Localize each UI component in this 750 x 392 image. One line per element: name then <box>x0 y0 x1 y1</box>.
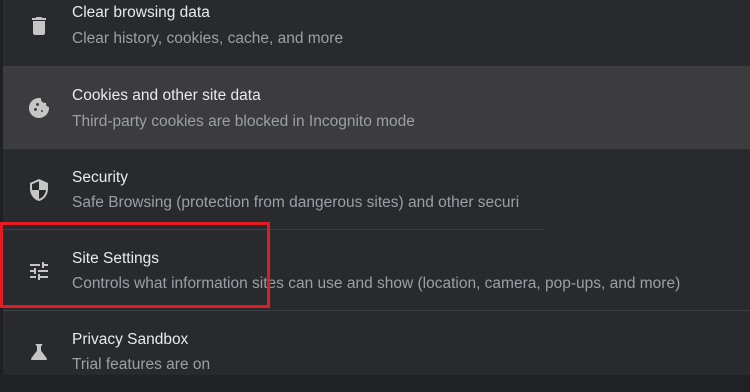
trash-icon <box>26 13 52 39</box>
privacy-sandbox-subtitle: Trial features are on <box>72 356 211 373</box>
cookies-site-data-subtitle: Third-party cookies are blocked in Incog… <box>72 113 415 130</box>
privacy-sandbox-title: Privacy Sandbox <box>72 331 189 348</box>
clear-browsing-data-title: Clear browsing data <box>72 4 210 21</box>
panel-left-edge <box>0 0 3 375</box>
cookie-icon <box>26 95 52 121</box>
shield-icon <box>26 177 52 203</box>
tune-sliders-icon <box>26 258 52 284</box>
cookies-site-data-title: Cookies and other site data <box>72 87 261 104</box>
privacy-sandbox-row[interactable]: Privacy Sandbox Trial features are on <box>0 311 750 392</box>
site-settings-row[interactable]: Site Settings Controls what information … <box>0 230 750 311</box>
site-settings-subtitle: Controls what information sites can use … <box>72 275 681 292</box>
clear-browsing-data-subtitle: Clear history, cookies, cache, and more <box>72 30 344 47</box>
clear-browsing-data-row[interactable]: Clear browsing data Clear history, cooki… <box>0 0 750 71</box>
security-title: Security <box>72 169 128 186</box>
site-settings-title: Site Settings <box>72 250 160 267</box>
security-subtitle: Safe Browsing (protection from dangerous… <box>72 194 520 211</box>
privacy-settings-panel: Clear browsing data Clear history, cooki… <box>0 0 750 375</box>
security-row[interactable]: Security Safe Browsing (protection from … <box>0 149 750 230</box>
flask-icon <box>26 339 52 365</box>
cookies-site-data-row[interactable]: Cookies and other site data Third-party … <box>0 67 750 148</box>
